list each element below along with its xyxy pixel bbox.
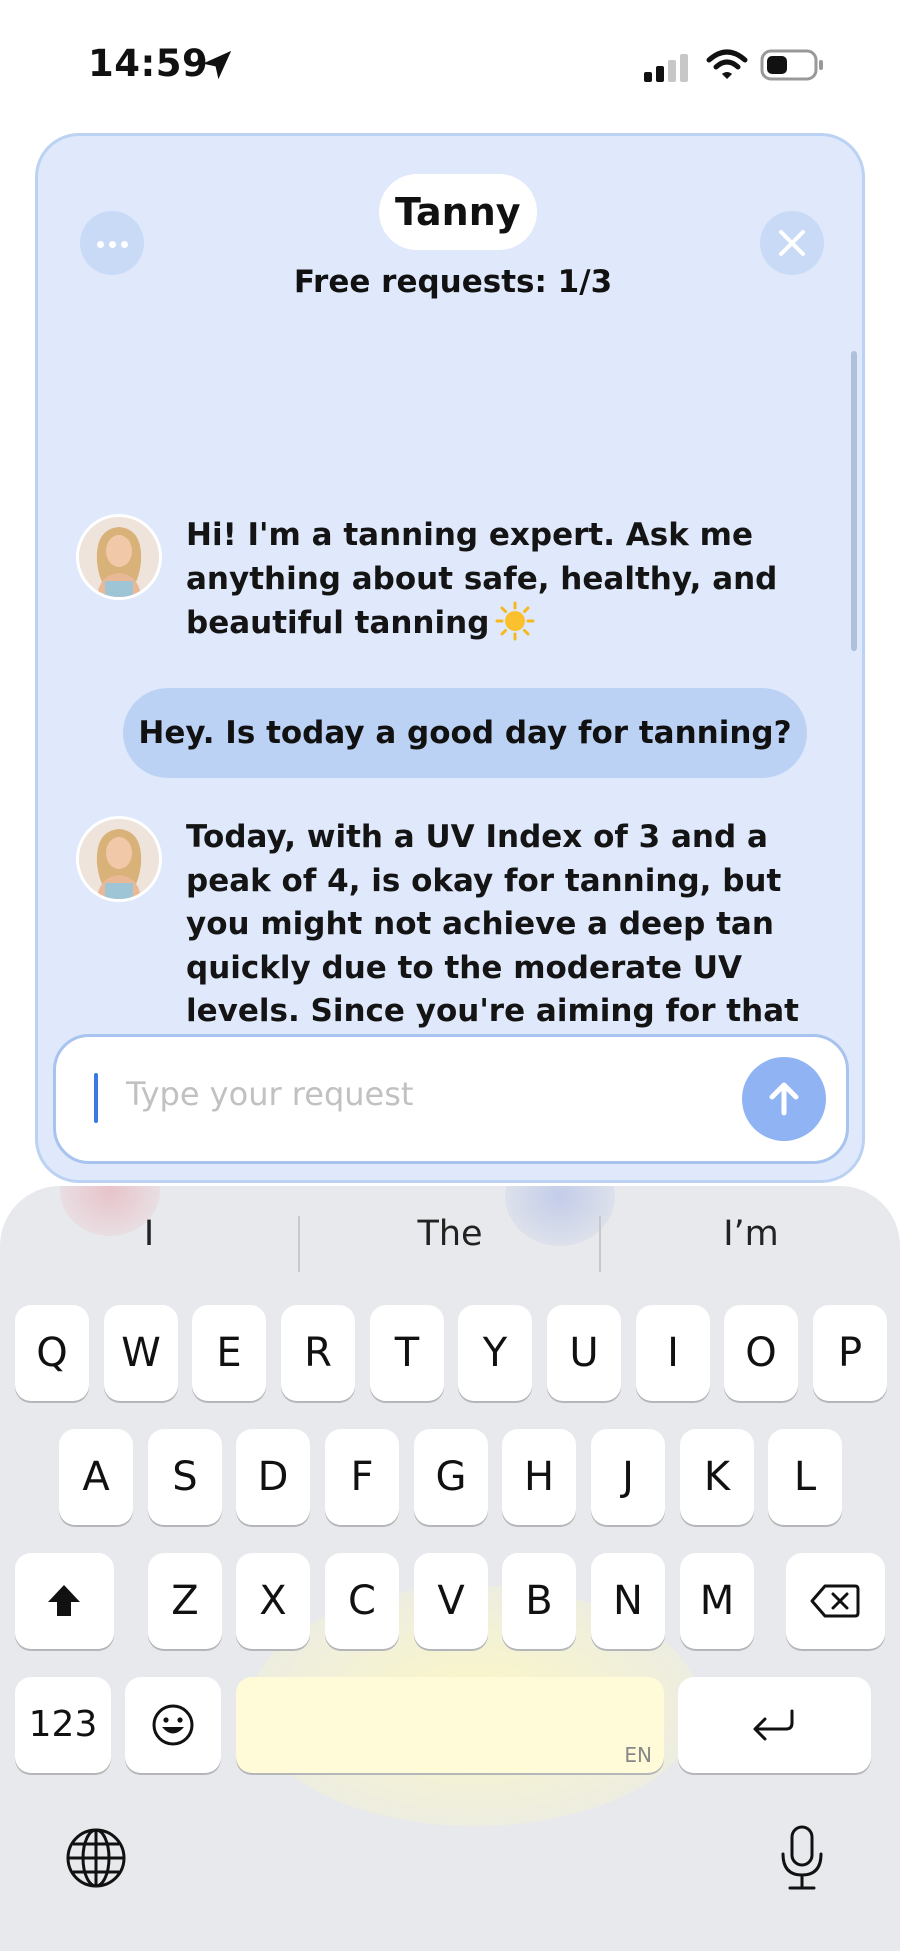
bot-message-text: Hi! I'm a tanning expert. Ask me anythin… — [186, 517, 778, 641]
keyboard: I The I’m Q W E R T Y U I O P A S D F G … — [0, 1186, 900, 1951]
bot-message: Hi! I'm a tanning expert. Ask me anythin… — [186, 514, 846, 646]
shift-arrow-icon — [48, 1585, 80, 1616]
key-r[interactable]: R — [281, 1305, 355, 1401]
send-button[interactable] — [742, 1057, 826, 1141]
assistant-portrait-icon — [79, 517, 159, 597]
bot-avatar — [76, 816, 162, 902]
key-p[interactable]: P — [813, 1305, 887, 1401]
globe-icon[interactable] — [64, 1826, 128, 1890]
key-x[interactable]: X — [236, 1553, 310, 1649]
space-key[interactable]: EN — [236, 1677, 664, 1773]
key-d[interactable]: D — [236, 1429, 310, 1525]
key-k[interactable]: K — [680, 1429, 754, 1525]
key-o[interactable]: O — [724, 1305, 798, 1401]
key-h[interactable]: H — [502, 1429, 576, 1525]
key-l[interactable]: L — [768, 1429, 842, 1525]
close-icon — [779, 230, 805, 256]
key-i[interactable]: I — [636, 1305, 710, 1401]
suggestion-item[interactable]: The — [301, 1214, 599, 1254]
request-input-box[interactable] — [53, 1034, 849, 1164]
free-requests-counter: Free requests: 1/3 — [293, 264, 613, 300]
key-t[interactable]: T — [370, 1305, 444, 1401]
status-bar: 14:59 — [0, 0, 900, 130]
cellular-signal-icon — [644, 54, 688, 82]
key-a[interactable]: A — [59, 1429, 133, 1525]
chat-title: Tanny — [379, 174, 537, 250]
bot-avatar — [76, 514, 162, 600]
location-arrow-icon — [202, 50, 232, 80]
sun-emoji-icon — [495, 601, 535, 641]
key-j[interactable]: J — [591, 1429, 665, 1525]
chat-panel: Tanny Free requests: 1/3 Hi! I'm a tanni… — [35, 133, 865, 1183]
key-g[interactable]: G — [414, 1429, 488, 1525]
status-time: 14:59 — [88, 42, 209, 85]
more-dot-icon — [121, 241, 128, 248]
key-v[interactable]: V — [414, 1553, 488, 1649]
suggestion-divider — [298, 1216, 300, 1272]
key-q[interactable]: Q — [15, 1305, 89, 1401]
user-message-bubble: Hey. Is today a good day for tanning? — [123, 688, 807, 778]
microphone-icon[interactable] — [778, 1824, 826, 1892]
backspace-icon — [810, 1584, 860, 1618]
numbers-key[interactable]: 123 — [15, 1677, 111, 1773]
key-y[interactable]: Y — [458, 1305, 532, 1401]
key-e[interactable]: E — [192, 1305, 266, 1401]
suggestion-item[interactable]: I’m — [602, 1214, 900, 1254]
text-cursor — [94, 1073, 98, 1123]
assistant-portrait-icon — [79, 819, 159, 899]
delete-key[interactable] — [786, 1553, 885, 1649]
key-s[interactable]: S — [148, 1429, 222, 1525]
key-n[interactable]: N — [591, 1553, 665, 1649]
return-key[interactable] — [678, 1677, 871, 1773]
key-f[interactable]: F — [325, 1429, 399, 1525]
key-z[interactable]: Z — [148, 1553, 222, 1649]
key-w[interactable]: W — [104, 1305, 178, 1401]
keyboard-language-label: EN — [624, 1743, 652, 1767]
suggestion-item[interactable]: I — [0, 1214, 298, 1254]
shift-key[interactable] — [15, 1553, 114, 1649]
key-u[interactable]: U — [547, 1305, 621, 1401]
arrow-up-icon — [769, 1082, 799, 1116]
key-m[interactable]: M — [680, 1553, 754, 1649]
emoji-smiley-icon — [152, 1704, 194, 1746]
key-b[interactable]: B — [502, 1553, 576, 1649]
key-c[interactable]: C — [325, 1553, 399, 1649]
wifi-icon — [706, 49, 748, 79]
suggestion-divider — [599, 1216, 601, 1272]
battery-icon — [760, 49, 823, 81]
return-arrow-icon — [753, 1709, 794, 1741]
suggestion-bar: I The I’m — [0, 1186, 900, 1296]
more-dot-icon — [97, 241, 104, 248]
emoji-key[interactable] — [125, 1677, 221, 1773]
request-input[interactable] — [126, 1075, 726, 1113]
more-dot-icon — [109, 241, 116, 248]
